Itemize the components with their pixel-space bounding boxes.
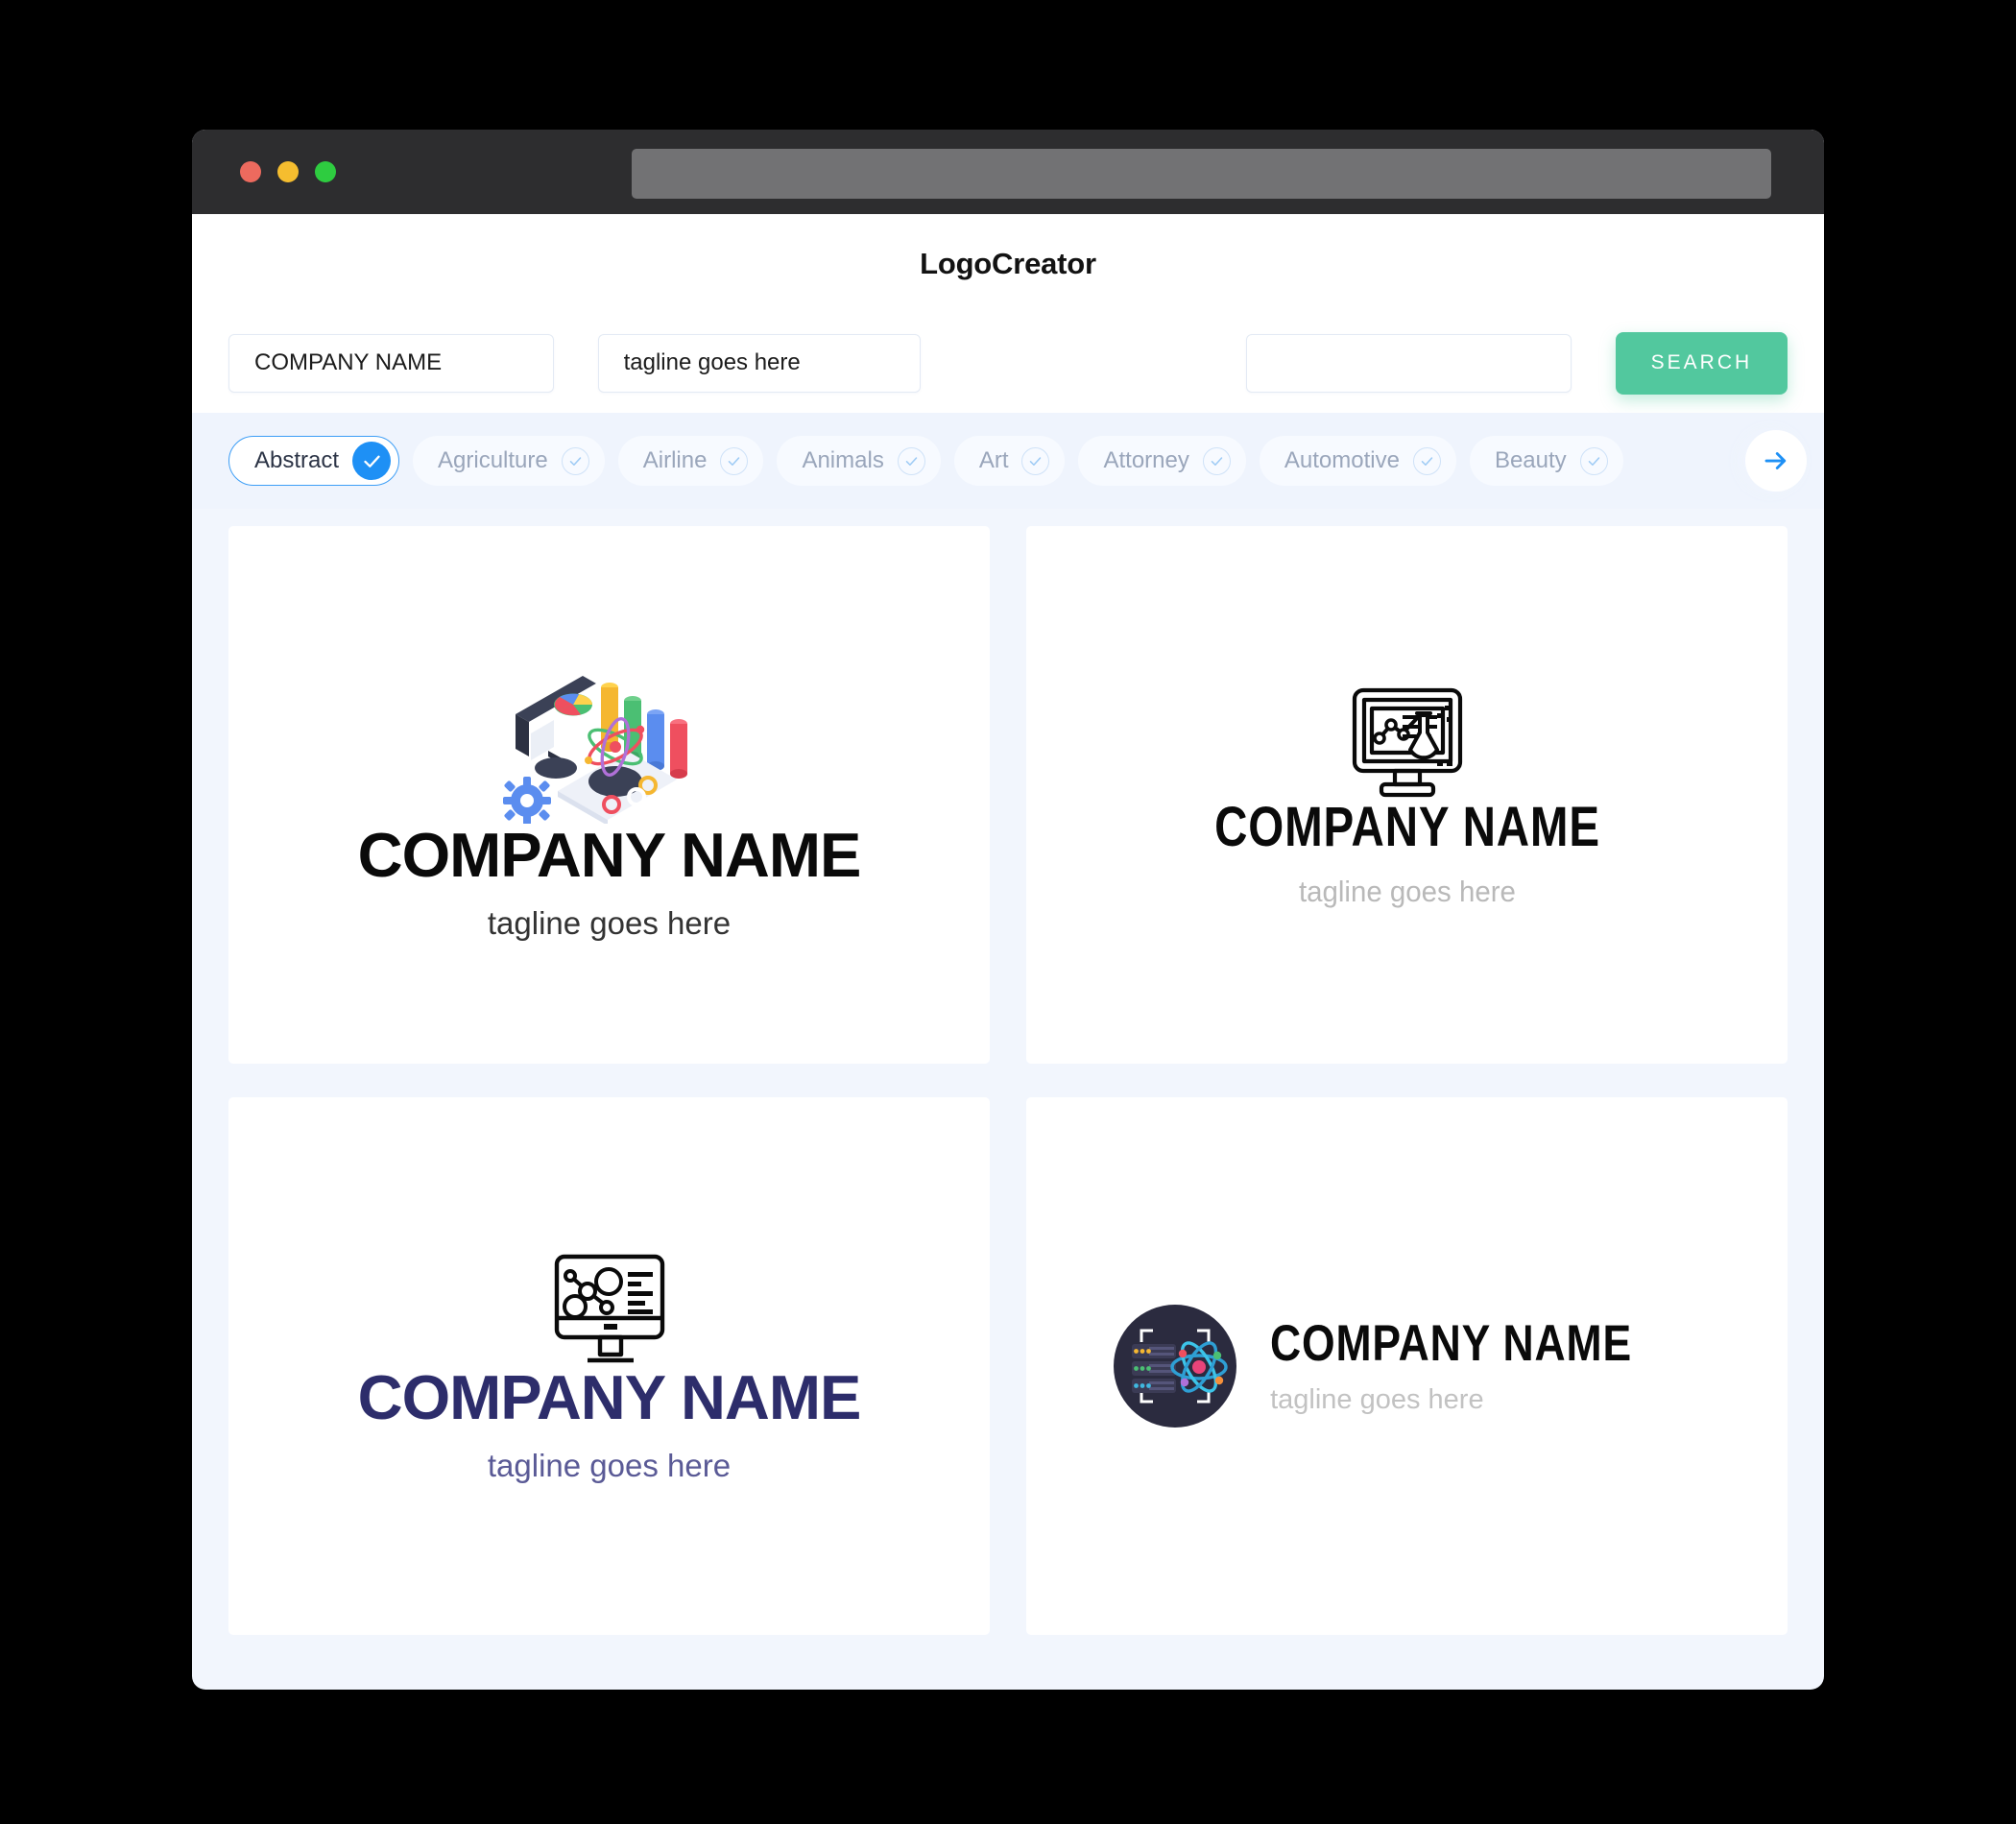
arrow-right-icon [1764, 452, 1787, 469]
category-chip-label: Automotive [1284, 447, 1400, 473]
logo-text-block: COMPANY NAME tagline goes here [1270, 1318, 1701, 1414]
browser-titlebar [192, 130, 1824, 214]
category-chip-art[interactable]: Art [953, 436, 1066, 486]
check-icon [720, 446, 749, 475]
check-icon [352, 442, 392, 480]
logo-tagline: tagline goes here [1298, 874, 1516, 908]
categories-next-button[interactable] [1745, 430, 1807, 492]
monitor-molecule-network-icon [554, 1254, 664, 1363]
category-chip-animals[interactable]: Animals [777, 436, 941, 486]
category-chip-agriculture[interactable]: Agriculture [413, 436, 605, 486]
logo-card[interactable]: COMPANY NAME tagline goes here [1026, 1097, 1788, 1635]
search-button[interactable]: SEARCH [1615, 331, 1788, 395]
check-icon [897, 446, 925, 475]
check-icon [1579, 446, 1608, 475]
category-chip-label: Animals [802, 447, 884, 473]
category-chip-beauty[interactable]: Beauty [1469, 436, 1623, 486]
category-filter-bar: Abstract Agriculture Airline Animals Art [192, 413, 1824, 509]
browser-window: LogoCreator COMPANY NAME tagline goes he… [192, 130, 1824, 1690]
close-window-button[interactable] [240, 161, 261, 182]
check-icon [1021, 446, 1050, 475]
minimize-window-button[interactable] [277, 161, 299, 182]
category-chip-label: Attorney [1103, 447, 1189, 473]
category-chip-label: Art [978, 447, 1009, 473]
logo-tagline: tagline goes here [487, 1448, 732, 1483]
category-chip-label: Agriculture [438, 447, 548, 473]
logo-results-grid: COMPANY NAME tagline goes here COMPANY N… [192, 509, 1824, 1635]
address-bar[interactable] [632, 149, 1771, 199]
category-chip-airline[interactable]: Airline [617, 436, 764, 486]
maximize-window-button[interactable] [315, 161, 336, 182]
logo-preview: COMPANY NAME tagline goes here [358, 651, 861, 939]
keyword-input[interactable] [1246, 333, 1572, 393]
logo-company-name: COMPANY NAME [1213, 795, 1600, 858]
company-name-input[interactable]: COMPANY NAME [228, 333, 554, 393]
isometric-data-science-illustration [502, 676, 687, 824]
circle-server-atom-icon [1114, 1305, 1237, 1428]
logo-company-name: COMPANY NAME [357, 1362, 862, 1432]
window-controls [240, 161, 336, 182]
logo-card[interactable]: COMPANY NAME tagline goes here [228, 526, 990, 1064]
logo-preview: COMPANY NAME tagline goes here [1113, 1304, 1701, 1428]
category-chip-label: Beauty [1494, 447, 1567, 473]
logo-preview: COMPANY NAME tagline goes here [1172, 684, 1643, 906]
category-chip-label: Abstract [254, 447, 340, 473]
logo-tagline: tagline goes here [487, 905, 732, 941]
page-title: LogoCreator [920, 246, 1096, 280]
search-toolbar: COMPANY NAME tagline goes here SEARCH [192, 313, 1824, 413]
logo-card[interactable]: COMPANY NAME tagline goes here [1026, 526, 1788, 1064]
category-chip-abstract[interactable]: Abstract [228, 436, 400, 486]
logo-card[interactable]: COMPANY NAME tagline goes here [228, 1097, 990, 1635]
check-icon [1202, 446, 1231, 475]
app-header: LogoCreator [192, 214, 1824, 313]
monitor-lab-flask-icon [1352, 687, 1462, 797]
category-chip-attorney[interactable]: Attorney [1078, 436, 1246, 486]
check-icon [1412, 446, 1441, 475]
tagline-input[interactable]: tagline goes here [597, 333, 922, 393]
logo-tagline: tagline goes here [1270, 1384, 1484, 1415]
category-chip-label: Airline [642, 447, 708, 473]
logo-company-name: COMPANY NAME [357, 820, 862, 890]
logo-preview: COMPANY NAME tagline goes here [358, 1251, 861, 1481]
category-chip-automotive[interactable]: Automotive [1259, 436, 1456, 486]
logo-company-name: COMPANY NAME [1270, 1315, 1633, 1372]
check-icon [561, 446, 589, 475]
